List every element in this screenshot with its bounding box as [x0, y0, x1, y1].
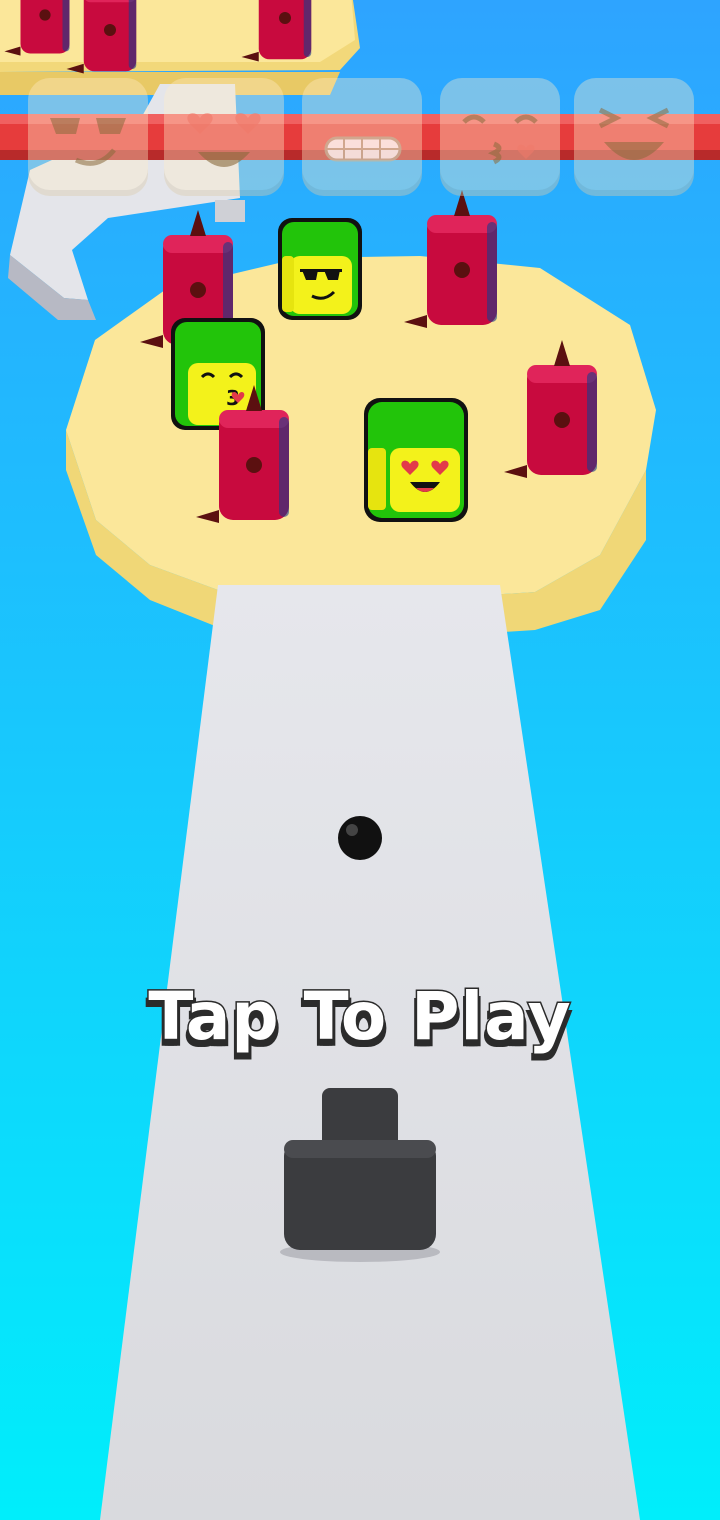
emoji-slot [574, 78, 694, 196]
emoji-slot [164, 78, 284, 196]
tap-to-play-prompt[interactable]: Tap To Play [0, 977, 720, 1057]
emoji-cube [278, 218, 362, 320]
squinting-laugh-face-icon [598, 107, 670, 160]
sunglasses-face-icon [50, 118, 126, 166]
kissing-face-icon [462, 114, 538, 165]
grimacing-face-icon [324, 136, 402, 162]
game-scene[interactable]: 3 [0, 0, 720, 1520]
emoji-slot [440, 78, 560, 196]
emoji-cube [364, 398, 468, 522]
emoji-slot [28, 78, 148, 196]
heart-eyes-face-icon [187, 113, 261, 167]
emoji-slot-bar [0, 0, 720, 200]
emoji-slot [302, 78, 422, 196]
player-ball [338, 816, 382, 860]
